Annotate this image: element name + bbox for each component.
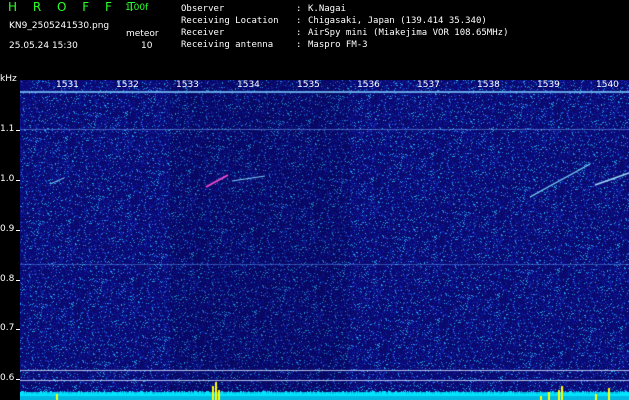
hroft-window: H R O F F T 1.00f KN9_2505241530.png 25.…	[0, 0, 629, 400]
spectrogram	[20, 80, 629, 400]
info-row-observer: Observer : K.Nagai	[181, 3, 508, 15]
meteor-count: 10	[141, 41, 153, 51]
y-tick-mark	[16, 329, 20, 330]
info-value: K.Nagai	[308, 4, 346, 14]
time-tick-label: 1537	[417, 80, 440, 90]
info-row-antenna: Receiving antenna : Maspro FM-3	[181, 39, 508, 51]
time-tick-label: 1534	[237, 80, 260, 90]
station-info: Observer : K.Nagai Receiving Location : …	[181, 3, 508, 51]
info-key: Receiver	[181, 28, 225, 38]
info-value: Maspro FM-3	[308, 40, 368, 50]
y-tick-label: 1.1	[0, 124, 15, 134]
time-tick-label: 1538	[477, 80, 500, 90]
info-value: Chigasaki, Japan (139.414 35.340)	[308, 16, 487, 26]
info-key: Receiving Location	[181, 16, 279, 26]
y-tick-label: 0.6	[0, 373, 15, 383]
y-tick-mark	[16, 230, 20, 231]
time-tick-label: 1533	[176, 80, 199, 90]
time-tick-label: 1531	[56, 80, 79, 90]
info-separator: :	[296, 28, 302, 38]
y-tick-label: 0.9	[0, 224, 15, 234]
y-tick-label: 1.0	[0, 174, 15, 184]
y-tick-mark	[16, 379, 20, 380]
filename-label: KN9_2505241530.png	[9, 21, 110, 31]
info-value: AirSpy mini (Miakejima VOR 108.65MHz)	[308, 28, 509, 38]
frequency-axis: kHz 1.1 1.0 0.9 0.8 0.7 0.6	[0, 74, 20, 400]
time-axis: 1531 1532 1533 1534 1535 1536 1537 1538 …	[0, 80, 629, 92]
time-tick-label: 1536	[357, 80, 380, 90]
y-tick-mark	[16, 280, 20, 281]
info-separator: :	[296, 16, 302, 26]
info-row-location: Receiving Location : Chigasaki, Japan (1…	[181, 15, 508, 27]
y-tick-label: 0.8	[0, 274, 15, 284]
app-title: H R O F F T	[8, 0, 142, 14]
version-label: 1.00f	[125, 3, 149, 13]
meteor-label: meteor	[126, 29, 159, 39]
info-separator: :	[296, 4, 302, 14]
info-separator: :	[296, 40, 302, 50]
info-key: Receiving antenna	[181, 40, 274, 50]
spectrogram-canvas	[20, 80, 629, 400]
y-tick-mark	[16, 130, 20, 131]
time-tick-label: 1535	[297, 80, 320, 90]
y-tick-label: 0.7	[0, 323, 15, 333]
info-key: Observer	[181, 4, 225, 14]
y-tick-mark	[16, 180, 20, 181]
time-tick-label: 1532	[116, 80, 139, 90]
time-tick-label: 1539	[537, 80, 560, 90]
time-tick-label: 1540	[596, 80, 619, 90]
datetime-label: 25.05.24 15:30	[9, 41, 78, 51]
info-row-receiver: Receiver : AirSpy mini (Miakejima VOR 10…	[181, 27, 508, 39]
